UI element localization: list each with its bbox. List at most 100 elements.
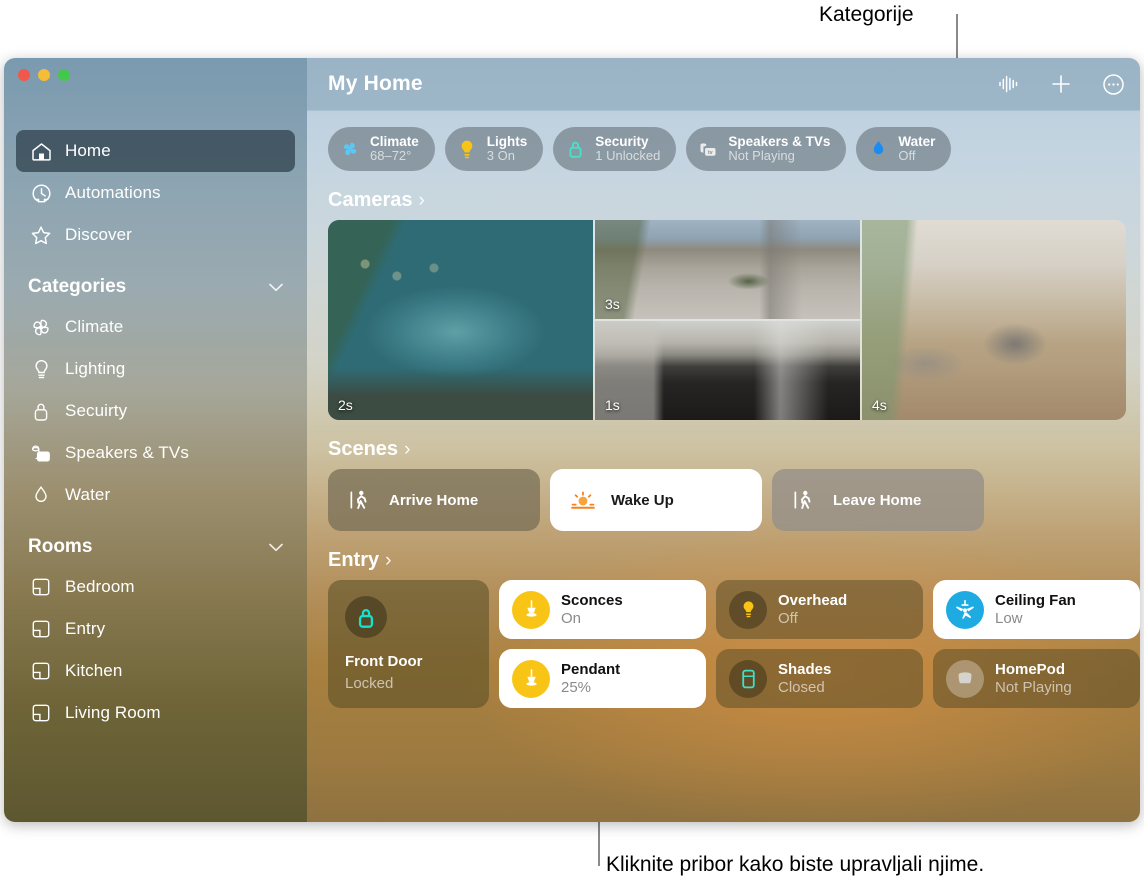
scene-label: Arrive Home [389, 491, 479, 509]
camera-timestamp: 4s [872, 397, 887, 413]
camera-tile-garage[interactable]: 1s [595, 321, 860, 420]
sidebar-section-categories[interactable]: Categories [16, 268, 295, 306]
section-header-scenes[interactable]: Scenes › [328, 438, 1140, 461]
chevron-right-icon: › [385, 549, 392, 571]
sidebar-item-discover[interactable]: Discover [16, 214, 295, 256]
scene-button-leave-home[interactable]: Leave Home [772, 469, 984, 531]
sidebar-rooms-label: Rooms [28, 536, 93, 557]
sidebar-section-rooms[interactable]: Rooms [16, 528, 295, 566]
sidebar-item-automations[interactable]: Automations [16, 172, 295, 214]
sidebar-item-climate[interactable]: Climate [16, 306, 295, 348]
bulb-icon [729, 590, 767, 629]
accessory-status: 25% [561, 678, 592, 696]
sidebar-item-entry[interactable]: Entry [16, 608, 295, 650]
accessory-name: Sconces [561, 591, 623, 609]
status-pill-lights-value: 3 On [486, 148, 515, 164]
camera-timestamp: 1s [605, 397, 620, 413]
accessory-name: HomePod [995, 660, 1066, 678]
close-window-button[interactable] [18, 69, 30, 81]
lock-icon [28, 400, 54, 422]
speaker-tv-icon: tv [28, 442, 54, 464]
camera-tile-backyard-pool[interactable]: 2s [328, 220, 593, 420]
accessory-tile-shades[interactable]: Shades Closed [716, 649, 923, 708]
camera-tile-driveway[interactable]: 3s [595, 220, 860, 319]
sconce-icon [512, 590, 550, 629]
section-header-entry[interactable]: Entry › [328, 549, 1140, 572]
scene-row: Arrive Home Wake Up Leave Home [328, 469, 1140, 531]
sidebar-item-speakers-tvs[interactable]: tv Speakers & TVs [16, 432, 295, 474]
accessory-name: Ceiling Fan [995, 591, 1076, 609]
status-pill-speakers-tvs[interactable]: tv Speakers & TVs Not Playing [686, 127, 847, 171]
sidebar-item-lighting-label: Lighting [65, 359, 126, 378]
status-pill-climate[interactable]: Climate 68–72° [328, 127, 435, 171]
sidebar-item-climate-label: Climate [65, 317, 124, 336]
status-pill-speakers-tvs-value: Not Playing [728, 148, 795, 164]
droplet-icon [867, 138, 889, 160]
chevron-down-icon[interactable] [269, 276, 283, 298]
scene-button-arrive-home[interactable]: Arrive Home [328, 469, 540, 531]
section-header-cameras[interactable]: Cameras › [328, 189, 1140, 212]
accessory-tile-sconces[interactable]: Sconces On [499, 580, 706, 639]
sidebar-item-lighting[interactable]: Lighting [16, 348, 295, 390]
sidebar-item-water[interactable]: Water [16, 474, 295, 516]
content-scroll-area: Climate 68–72° Lights 3 On Security 1 Un… [307, 110, 1140, 822]
status-pill-climate-name: Climate [370, 134, 419, 150]
plus-icon[interactable] [1048, 71, 1074, 97]
sidebar-item-living-room-label: Living Room [65, 703, 161, 722]
sidebar-item-discover-label: Discover [65, 225, 132, 244]
walking-figure-icon [346, 487, 376, 513]
minimize-window-button[interactable] [38, 69, 50, 81]
accessory-tile-pendant[interactable]: Pendant 25% [499, 649, 706, 708]
sidebar-item-bedroom-label: Bedroom [65, 577, 135, 596]
status-pill-security[interactable]: Security 1 Unlocked [553, 127, 677, 171]
more-ellipsis-icon[interactable] [1100, 71, 1126, 97]
sidebar-item-home-label: Home [65, 141, 111, 160]
sidebar-item-living-room[interactable]: Living Room [16, 692, 295, 734]
accessory-status: Closed [778, 678, 825, 696]
bulb-icon [456, 138, 478, 160]
camera-thumbnail [328, 220, 593, 420]
house-icon [28, 140, 54, 162]
status-pill-water[interactable]: Water Off [856, 127, 952, 171]
status-pill-lights[interactable]: Lights 3 On [444, 127, 544, 171]
scene-label: Wake Up [611, 491, 674, 509]
accessory-tile-ceiling-fan[interactable]: Ceiling Fan Low [933, 580, 1140, 639]
home-app-window: Home Automations Discover Categories Cli… [4, 58, 1140, 822]
status-pill-water-name: Water [898, 134, 936, 150]
accessory-tile-homepod[interactable]: HomePod Not Playing [933, 649, 1140, 708]
status-pill-lights-name: Lights [486, 134, 528, 150]
lock-icon [345, 596, 387, 638]
camera-column: 3s 1s [595, 220, 860, 420]
scene-button-wake-up[interactable]: Wake Up [550, 469, 762, 531]
accessory-name: Front Door [345, 653, 423, 670]
window-controls[interactable] [18, 69, 70, 81]
chevron-down-icon-rooms[interactable] [269, 536, 283, 558]
status-pill-row: Climate 68–72° Lights 3 On Security 1 Un… [307, 110, 1140, 171]
section-title-cameras: Cameras [328, 189, 413, 211]
accessory-status: On [561, 609, 582, 627]
clock-icon [28, 182, 54, 204]
siri-waveform-icon[interactable] [996, 71, 1022, 97]
accessory-status: Not Playing [995, 678, 1072, 696]
sidebar-item-kitchen[interactable]: Kitchen [16, 650, 295, 692]
sidebar-item-security[interactable]: Secuirty [16, 390, 295, 432]
chevron-right-icon: › [418, 189, 425, 211]
room-icon [28, 576, 54, 598]
callout-label-accessory: Kliknite pribor kako biste upravljali nj… [606, 853, 985, 876]
titlebar: My Home [307, 58, 1140, 111]
status-pill-security-name: Security [595, 134, 649, 150]
sidebar-item-bedroom[interactable]: Bedroom [16, 566, 295, 608]
sidebar-categories-label: Categories [28, 276, 127, 297]
accessory-column: Sconces On Overhead Off Ceiling Fan Low … [499, 580, 1140, 708]
zoom-window-button[interactable] [58, 69, 70, 81]
camera-tile-living-room[interactable]: 4s [862, 220, 1126, 420]
bulb-icon [28, 358, 54, 380]
accessory-tile-overhead[interactable]: Overhead Off [716, 580, 923, 639]
sidebar-item-home[interactable]: Home [16, 130, 295, 172]
sidebar-item-kitchen-label: Kitchen [65, 661, 123, 680]
room-icon [28, 702, 54, 724]
accessory-tile-front-door[interactable]: Front Door Locked [328, 580, 489, 708]
status-pill-speakers-tvs-name: Speakers & TVs [728, 134, 831, 150]
sidebar-item-speakers-tvs-label: Speakers & TVs [65, 443, 189, 462]
status-pill-security-value: 1 Unlocked [595, 148, 661, 164]
